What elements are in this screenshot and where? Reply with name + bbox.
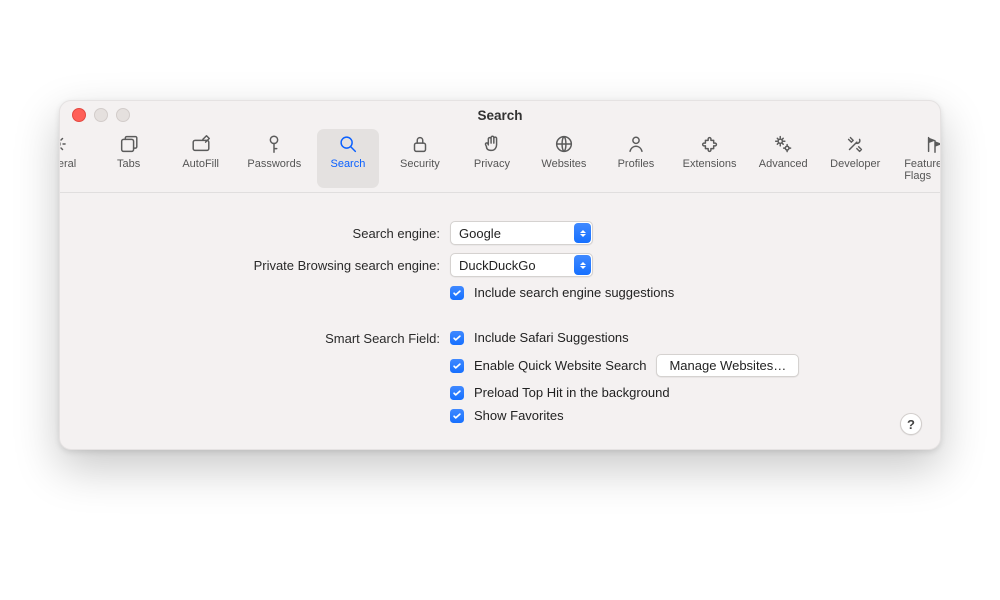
checkbox-label: Include search engine suggestions: [474, 285, 674, 300]
minimize-window-button[interactable]: [94, 108, 108, 122]
tabs-icon: [118, 133, 140, 155]
preferences-toolbar: General Tabs AutoFill: [60, 129, 940, 193]
window-title: Search: [477, 108, 522, 123]
lock-icon: [409, 133, 431, 155]
key-icon: [263, 133, 285, 155]
tab-general[interactable]: General: [59, 129, 88, 188]
zoom-window-button[interactable]: [116, 108, 130, 122]
tab-feature-flags[interactable]: Feature Flags: [896, 129, 941, 188]
globe-icon: [553, 133, 575, 155]
tab-autofill[interactable]: AutoFill: [170, 129, 232, 188]
flags-icon: [924, 133, 941, 155]
close-window-button[interactable]: [72, 108, 86, 122]
tab-label: Websites: [541, 158, 586, 170]
chevron-up-down-icon: [574, 223, 591, 243]
tab-label: Privacy: [474, 158, 510, 170]
traffic-lights: [72, 108, 130, 122]
tab-privacy[interactable]: Privacy: [461, 129, 523, 188]
private-engine-label: Private Browsing search engine:: [90, 258, 450, 273]
tab-label: AutoFill: [182, 158, 219, 170]
preload-top-hit-checkbox[interactable]: [450, 386, 464, 400]
checkbox-label: Enable Quick Website Search: [474, 358, 646, 373]
preferences-window: Search General Tabs: [59, 100, 941, 450]
puzzle-icon: [699, 133, 721, 155]
show-favorites-checkbox[interactable]: [450, 409, 464, 423]
tab-label: General: [59, 158, 76, 170]
tab-profiles[interactable]: Profiles: [605, 129, 667, 188]
tab-tabs[interactable]: Tabs: [98, 129, 160, 188]
person-icon: [625, 133, 647, 155]
tab-label: Passwords: [247, 158, 301, 170]
gears-icon: [772, 133, 794, 155]
help-button[interactable]: ?: [900, 413, 922, 435]
select-value: Google: [459, 226, 501, 241]
enable-quick-website-search-checkbox[interactable]: [450, 359, 464, 373]
tab-label: Developer: [830, 158, 880, 170]
tab-passwords[interactable]: Passwords: [242, 129, 307, 188]
chevron-up-down-icon: [574, 255, 591, 275]
checkbox-label: Include Safari Suggestions: [474, 330, 629, 345]
magnifying-glass-icon: [337, 133, 359, 155]
search-engine-label: Search engine:: [90, 226, 450, 241]
include-safari-suggestions-checkbox[interactable]: [450, 331, 464, 345]
tab-label: Profiles: [618, 158, 655, 170]
tools-icon: [844, 133, 866, 155]
tab-websites[interactable]: Websites: [533, 129, 595, 188]
select-value: DuckDuckGo: [459, 258, 536, 273]
tab-label: Extensions: [683, 158, 737, 170]
tab-search[interactable]: Search: [317, 129, 379, 188]
tab-label: Advanced: [759, 158, 808, 170]
manage-websites-button[interactable]: Manage Websites…: [656, 354, 799, 377]
titlebar: Search: [60, 101, 940, 129]
tab-label: Security: [400, 158, 440, 170]
private-engine-select[interactable]: DuckDuckGo: [450, 253, 593, 277]
search-engine-select[interactable]: Google: [450, 221, 593, 245]
pencil-box-icon: [190, 133, 212, 155]
hand-icon: [481, 133, 503, 155]
include-engine-suggestions-checkbox[interactable]: [450, 286, 464, 300]
checkbox-label: Show Favorites: [474, 408, 564, 423]
smart-search-field-label: Smart Search Field:: [90, 330, 450, 346]
help-label: ?: [907, 417, 915, 432]
tab-extensions[interactable]: Extensions: [677, 129, 742, 188]
tab-security[interactable]: Security: [389, 129, 451, 188]
button-label: Manage Websites…: [669, 358, 786, 373]
checkbox-label: Preload Top Hit in the background: [474, 385, 670, 400]
tab-developer[interactable]: Developer: [824, 129, 886, 188]
tab-advanced[interactable]: Advanced: [752, 129, 814, 188]
content-area: Search engine: Google Private Browsing s…: [60, 193, 940, 449]
tab-label: Tabs: [117, 158, 140, 170]
tab-label: Feature Flags: [904, 158, 941, 182]
tab-label: Search: [330, 158, 365, 170]
gear-icon: [59, 133, 68, 155]
